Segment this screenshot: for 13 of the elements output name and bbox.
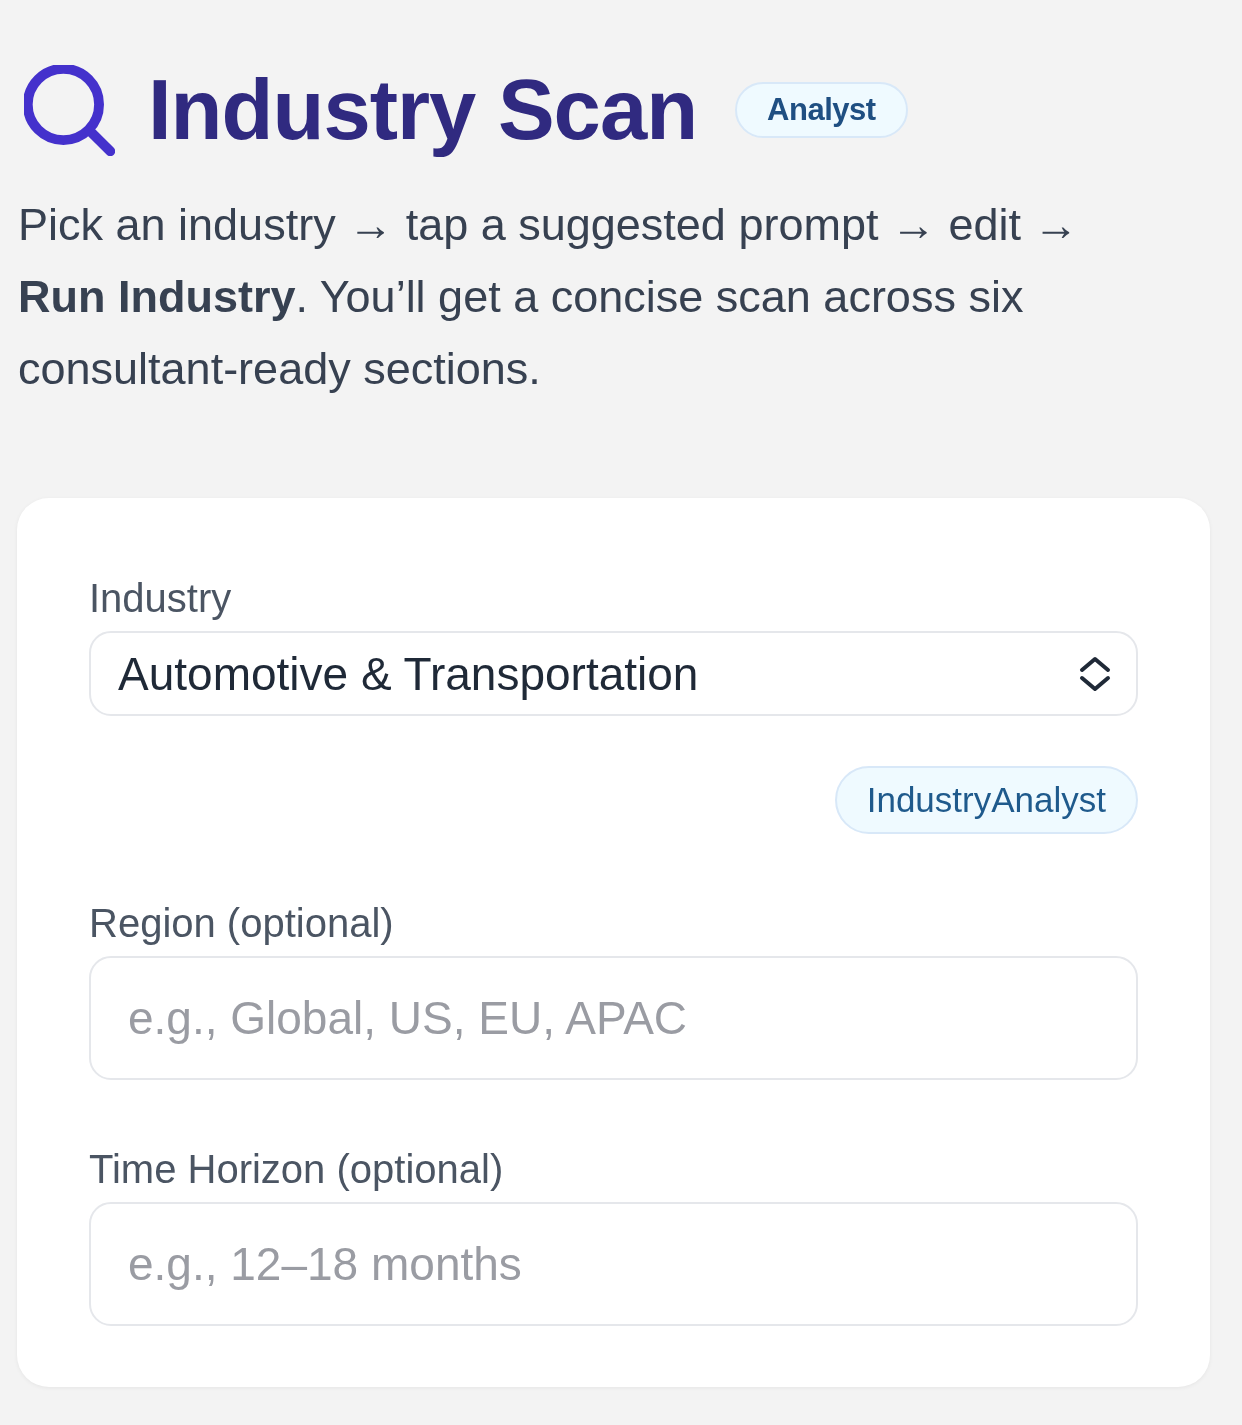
field-label: Time Horizon (optional) — [89, 1146, 504, 1193]
field-label: Region (optional) — [89, 900, 394, 947]
page-title: Industry Scan — [148, 61, 698, 159]
page-description: Pick an industry → tap a suggested prompt → edit → Run Industry. You’ll get a concise scan across six consultant-ready sections. — [18, 198, 1080, 396]
text-input[interactable]: e.g., Global, US, EU, APAC — [89, 956, 1138, 1080]
search-icon — [24, 64, 115, 156]
field-label: Industry — [89, 575, 232, 622]
industry-select[interactable]: Automotive & Transportation — [89, 631, 1138, 716]
role-badge: Analyst — [735, 82, 908, 138]
text-input[interactable]: e.g., 12–18 months — [89, 1202, 1138, 1326]
chevron-up-down-icon — [1079, 655, 1111, 692]
select-value: Automotive & Transportation — [118, 646, 699, 702]
agent-tag: IndustryAnalyst — [834, 766, 1138, 834]
